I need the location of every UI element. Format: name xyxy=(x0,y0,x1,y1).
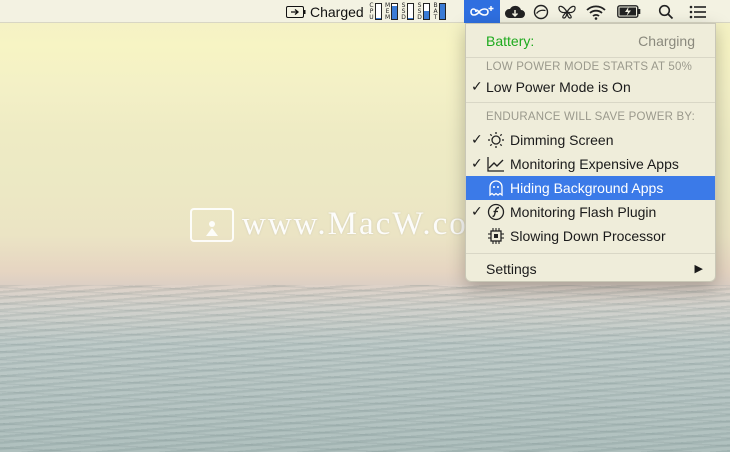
stat-meter-label: B A T xyxy=(433,2,438,21)
menu-item-slowing-down-processor[interactable]: Slowing Down Processor xyxy=(466,224,715,248)
stat-meter-fill xyxy=(424,10,429,19)
stat-meter-bar xyxy=(391,3,398,20)
menu-item-label: Slowing Down Processor xyxy=(510,228,666,244)
menu-separator xyxy=(466,253,715,254)
menu-item-label: Dimming Screen xyxy=(510,132,614,148)
check-mark-icon: ✓ xyxy=(471,79,483,95)
processor-icon xyxy=(486,227,506,245)
sync-icon[interactable] xyxy=(529,0,553,23)
stat-meter-fill xyxy=(376,18,381,19)
stat-meter-mem[interactable]: M E M xyxy=(385,1,399,22)
low-power-mode-label: Low Power Mode is On xyxy=(486,79,631,95)
stat-meter-fill xyxy=(440,4,445,19)
ghost-icon xyxy=(486,179,506,197)
stat-meter-fill xyxy=(408,17,413,19)
check-mark-icon: ✓ xyxy=(471,156,483,172)
endurance-header: ENDURANCE WILL SAVE POWER BY: xyxy=(486,111,696,123)
menu-item-hiding-background-apps[interactable]: Hiding Background Apps xyxy=(466,176,715,200)
search-icon[interactable] xyxy=(654,0,678,23)
stat-meter-label: S S D xyxy=(401,2,406,21)
battery-status-row: Battery: Charging xyxy=(466,26,715,54)
menu-bar: Charged C P U M E M S S D S S D B A T xyxy=(0,0,730,23)
menu-item-label: Monitoring Expensive Apps xyxy=(510,156,679,172)
endurance-menu: Battery: Charging LOW POWER MODE STARTS … xyxy=(465,23,716,282)
notification-list-icon[interactable] xyxy=(686,0,710,23)
menu-item-label: Monitoring Flash Plugin xyxy=(510,204,657,220)
wifi-icon[interactable] xyxy=(584,0,608,23)
check-mark-icon: ✓ xyxy=(471,204,483,220)
menu-item-monitoring-flash-plugin[interactable]: ✓ Monitoring Flash Plugin xyxy=(466,200,715,224)
stat-meter-ssd[interactable]: S S D xyxy=(417,1,431,22)
menu-item-dimming-screen[interactable]: ✓ Dimming Screen xyxy=(466,128,715,152)
chart-line-icon xyxy=(486,155,506,173)
battery-value: Charging xyxy=(638,33,695,49)
flash-plugin-icon xyxy=(486,203,506,221)
settings-label: Settings xyxy=(486,261,537,277)
watermark-logo xyxy=(190,208,234,242)
butterfly-icon[interactable] xyxy=(555,0,579,23)
stat-meter-fill xyxy=(392,6,397,19)
low-power-header: LOW POWER MODE STARTS AT 50% xyxy=(486,61,693,73)
low-power-mode-item[interactable]: ✓ Low Power Mode is On xyxy=(466,75,715,99)
stat-meter-bar xyxy=(375,3,382,20)
cloud-icon[interactable] xyxy=(503,0,527,23)
menu-item-monitoring-expensive-apps[interactable]: ✓ Monitoring Expensive Apps xyxy=(466,152,715,176)
stat-meter-bar xyxy=(407,3,414,20)
menu-item-settings[interactable]: Settings ▶ xyxy=(466,257,715,281)
sea-texture xyxy=(0,285,730,452)
endurance-icon xyxy=(470,5,494,16)
stat-meter-bat[interactable]: B A T xyxy=(433,1,447,22)
watermark-text: www.MacW.com xyxy=(242,206,496,242)
battery-label: Battery: xyxy=(486,33,535,49)
menu-item-label: Hiding Background Apps xyxy=(510,180,664,196)
menu-separator xyxy=(466,102,715,103)
battery-plug-icon[interactable] xyxy=(286,0,306,23)
stat-meter-cpu[interactable]: C P U xyxy=(369,1,383,22)
battery-charging-icon[interactable] xyxy=(617,0,641,23)
endurance-header-row: ENDURANCE WILL SAVE POWER BY: xyxy=(466,107,715,127)
battery-status-text[interactable]: Charged xyxy=(310,0,364,23)
stat-meter-label: S S D xyxy=(417,2,422,21)
stat-meter-bar xyxy=(439,3,446,20)
stat-meter-bar xyxy=(423,3,430,20)
check-mark-icon: ✓ xyxy=(471,132,483,148)
submenu-arrow-icon: ▶ xyxy=(694,262,703,275)
brightness-icon xyxy=(486,131,506,149)
stat-meter-label: C P U xyxy=(369,2,374,21)
stat-meter-label: M E M xyxy=(385,2,391,21)
stat-meter-ssd[interactable]: S S D xyxy=(401,1,415,22)
endurance-menu-button[interactable] xyxy=(464,0,500,23)
low-power-header-row: LOW POWER MODE STARTS AT 50% xyxy=(466,57,715,77)
